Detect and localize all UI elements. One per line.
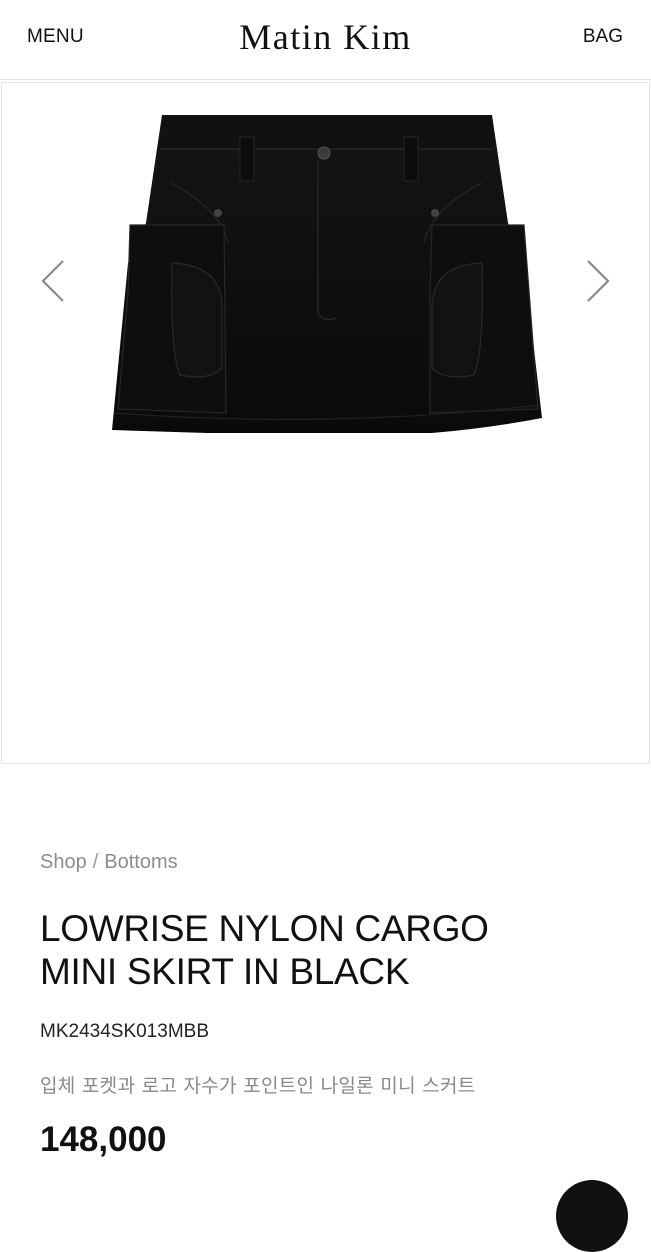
bag-button[interactable]: BAG	[583, 26, 623, 48]
breadcrumb-separator: /	[92, 851, 99, 873]
product-title: LOWRISE NYLON CARGO MINI SKIRT IN BLACK	[40, 907, 600, 993]
product-title-line-2: MINI SKIRT IN BLACK	[40, 951, 410, 992]
breadcrumb-shop[interactable]: Shop	[40, 851, 87, 873]
product-title-line-1: LOWRISE NYLON CARGO	[40, 908, 489, 949]
product-sku: MK2434SK013MBB	[40, 1021, 209, 1042]
brand-logo[interactable]: Matin Kim	[0, 16, 651, 58]
chevron-left-icon[interactable]	[39, 259, 67, 303]
chat-button[interactable]	[556, 1180, 628, 1252]
top-header: MENU Matin Kim BAG	[0, 0, 651, 80]
product-description: 입체 포켓과 로고 자수가 포인트인 나일론 미니 스커트	[40, 1075, 476, 1097]
breadcrumb: Shop / Bottoms	[40, 851, 178, 874]
breadcrumb-bottoms[interactable]: Bottoms	[104, 851, 177, 873]
product-gallery[interactable]	[1, 82, 650, 764]
chevron-right-icon[interactable]	[584, 259, 612, 303]
product-image	[112, 115, 542, 433]
product-price: 148,000	[40, 1120, 167, 1159]
